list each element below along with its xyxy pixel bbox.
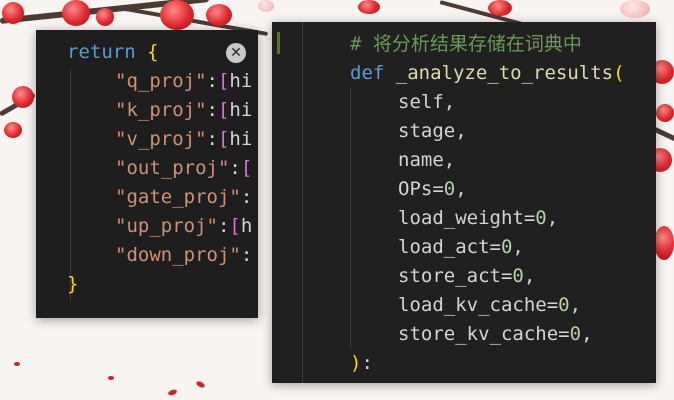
keyword: def xyxy=(350,62,385,84)
code-line: # 将分析结果存储在词典中 xyxy=(350,30,582,59)
blossom xyxy=(160,0,194,30)
code-line: } xyxy=(67,270,78,299)
code-line: "up_proj":[h xyxy=(115,215,253,237)
code-line: "down_proj": xyxy=(115,244,253,266)
close-icon[interactable]: ✕ xyxy=(226,43,246,63)
falling-petal xyxy=(14,362,20,366)
falling-petal xyxy=(108,376,114,380)
param-line: store_act=0, xyxy=(398,265,536,287)
dict-key: "k_proj" xyxy=(115,99,207,121)
blossom xyxy=(258,0,274,12)
code-line: return { xyxy=(67,38,159,67)
falling-petal xyxy=(195,380,206,389)
param-line: store_kv_cache=0, xyxy=(398,323,593,345)
code-line: "gate_proj": xyxy=(115,186,253,208)
param-line: load_kv_cache=0, xyxy=(398,294,582,316)
dict-key: "out_proj" xyxy=(115,157,230,179)
blossom xyxy=(358,0,380,14)
dict-key: "up_proj" xyxy=(115,215,218,237)
blossom xyxy=(62,0,90,26)
indent-guide xyxy=(350,88,351,348)
brace: { xyxy=(147,41,159,63)
blossom xyxy=(2,2,24,24)
left-code-panel: return { "q_proj":[hi "k_proj":[hi "v_pr… xyxy=(36,30,258,318)
blossom xyxy=(12,86,34,108)
git-change-marker xyxy=(277,32,280,54)
indent-guide xyxy=(70,70,71,302)
param-line: stage, xyxy=(398,120,467,142)
param-line: name, xyxy=(398,149,456,171)
falling-petal xyxy=(167,388,178,397)
blossom xyxy=(4,122,22,138)
brace: } xyxy=(67,273,79,295)
dict-key: "v_proj" xyxy=(115,128,207,150)
code-line: "out_proj":[ xyxy=(115,157,253,179)
code-line: def _analyze_to_results( xyxy=(350,62,625,84)
code-line: "k_proj":[hi xyxy=(115,99,253,121)
param-line: self, xyxy=(398,91,456,113)
param-line: load_act=0, xyxy=(398,236,524,258)
param-line: OPs=0, xyxy=(398,178,467,200)
right-code-panel: # 将分析结果存储在词典中 def _analyze_to_results( s… xyxy=(272,22,656,383)
blossom xyxy=(656,104,674,122)
blossom xyxy=(620,0,650,18)
function-name: _analyze_to_results xyxy=(395,62,614,84)
indent-guide xyxy=(302,22,303,383)
dict-key: "gate_proj" xyxy=(115,186,241,208)
code-line: ): xyxy=(350,352,373,374)
dict-key: "q_proj" xyxy=(115,70,207,92)
keyword: return xyxy=(67,41,136,63)
code-comment: # 将分析结果存储在词典中 xyxy=(350,33,582,55)
blossom xyxy=(206,4,232,26)
dict-key: "down_proj" xyxy=(115,244,241,266)
code-line: "v_proj":[hi xyxy=(115,128,253,150)
blossom xyxy=(488,0,512,16)
code-line: "q_proj":[hi xyxy=(115,70,253,92)
blossom xyxy=(654,226,674,260)
blossom xyxy=(96,8,114,26)
param-line: load_weight=0, xyxy=(398,207,559,229)
